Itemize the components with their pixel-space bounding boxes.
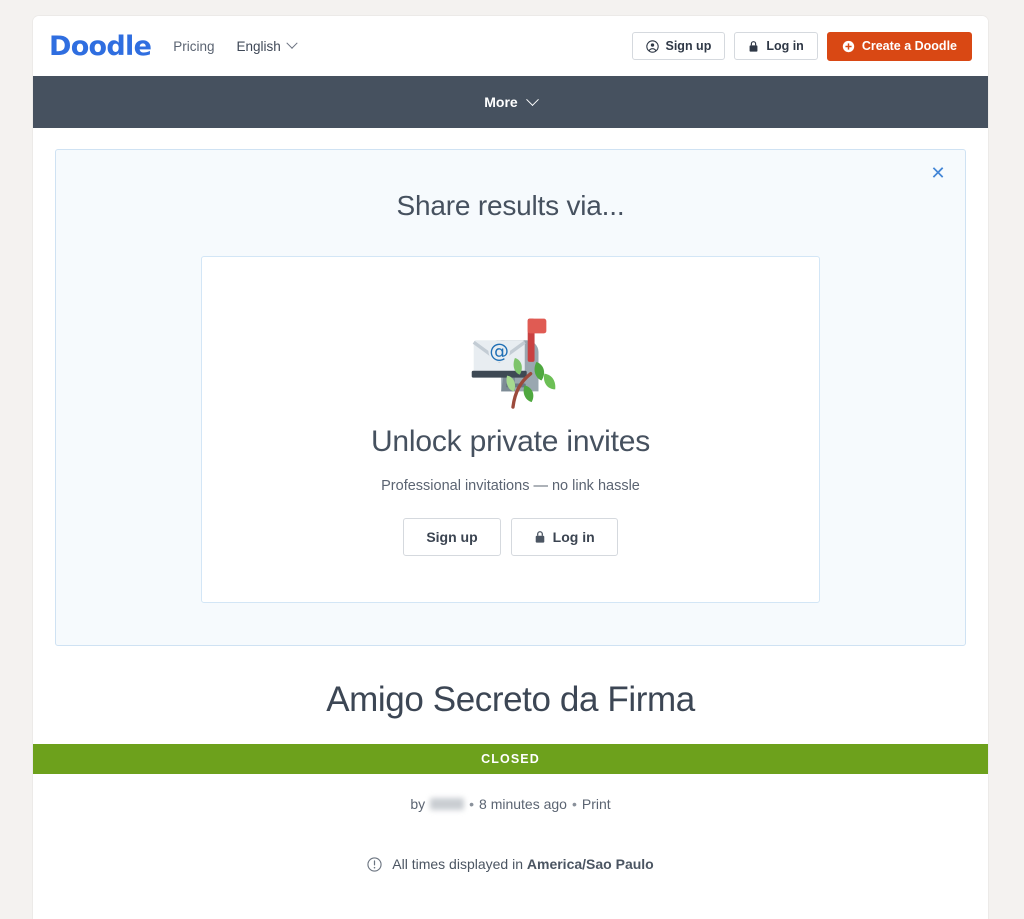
byline-author-redacted [430, 798, 465, 810]
byline-by-label: by [410, 796, 426, 812]
card-signup-button-label: Sign up [426, 529, 478, 545]
signup-button[interactable]: Sign up [631, 32, 726, 60]
timezone-note-prefix: All times displayed in [392, 856, 527, 872]
login-button-label: Log in [766, 38, 804, 53]
lock-icon [748, 40, 759, 53]
svg-text:@: @ [489, 339, 509, 362]
create-doodle-button[interactable]: Create a Doodle [826, 31, 972, 61]
status-badge-label: CLOSED [481, 752, 540, 766]
login-button[interactable]: Log in [734, 32, 818, 60]
nav-item-pricing[interactable]: Pricing [173, 39, 214, 54]
info-circle-icon [367, 856, 382, 872]
language-label: English [236, 38, 281, 54]
share-panel-title: Share results via... [396, 190, 625, 221]
more-nav-label: More [484, 94, 518, 110]
doodle-logo[interactable]: Doodle [49, 33, 152, 60]
share-results-panel: ✕ Share results via... @ Unlock private … [55, 149, 966, 646]
timezone-note-zone: America/Sao Paulo [526, 856, 654, 872]
user-circle-icon [645, 39, 659, 53]
more-nav-bar[interactable]: More [33, 76, 988, 128]
create-doodle-button-label: Create a Doodle [861, 38, 957, 53]
chevron-down-icon [525, 92, 539, 106]
mailbox-with-mail-icon: @ [471, 318, 555, 409]
byline-separator-1: • [469, 796, 475, 812]
timezone-note-text: All times displayed in America/Sao Paulo [392, 856, 653, 872]
poll-title: Amigo Secreto da Firma [326, 680, 695, 719]
status-badge: CLOSED [33, 744, 988, 774]
close-icon[interactable]: ✕ [925, 160, 951, 186]
lock-icon [534, 530, 546, 544]
byline-timestamp: 8 minutes ago [479, 796, 567, 812]
card-signup-button[interactable]: Sign up [403, 518, 501, 556]
header-actions: Sign up Log in Create a Doodle [631, 31, 972, 61]
unlock-card-actions: Sign up Log in [222, 518, 799, 556]
poll-byline: by • 8 minutes ago • Print [33, 774, 988, 812]
site-header: Doodle Pricing English Sign up Log in Cr… [33, 16, 988, 76]
signup-button-label: Sign up [665, 38, 712, 53]
byline-separator-2: • [571, 796, 577, 812]
language-selector[interactable]: English [236, 37, 298, 54]
chevron-down-icon [286, 37, 298, 49]
plus-circle-icon [842, 40, 855, 53]
card-login-button-label: Log in [552, 529, 595, 545]
unlock-private-invites-card: @ Unlock private invites Professional in… [201, 256, 820, 603]
unlock-card-title: Unlock private invites [370, 425, 651, 458]
print-link[interactable]: Print [582, 796, 611, 812]
unlock-card-subtitle: Professional invitations — no link hassl… [381, 478, 640, 494]
page-shell: Doodle Pricing English Sign up Log in Cr… [33, 16, 988, 919]
card-login-button[interactable]: Log in [510, 518, 618, 556]
timezone-note: All times displayed in America/Sao Paulo [33, 812, 988, 872]
